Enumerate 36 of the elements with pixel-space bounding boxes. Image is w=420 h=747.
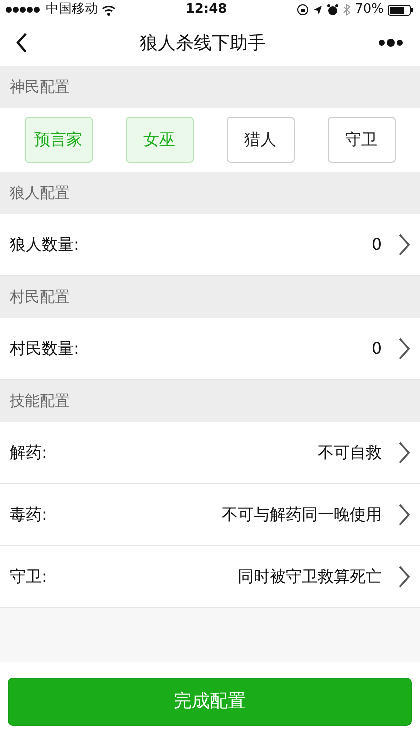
role-toggle[interactable]: 猎人 [226, 117, 294, 163]
setting-value: 不可与解药同一晚使用 [222, 504, 382, 526]
setting-value: 同时被守卫救算死亡 [238, 566, 382, 588]
battery-percent: 70% [355, 1, 384, 20]
setting-label: 解药: [10, 442, 48, 464]
back-icon [16, 33, 28, 53]
role-toggle[interactable]: 守卫 [328, 117, 396, 163]
page-title: 狼人杀线下助手 [140, 32, 266, 56]
battery-icon [388, 4, 414, 16]
section-header: 狼人配置 [10, 182, 70, 204]
setting-value: 0 [372, 338, 382, 360]
back-button[interactable] [16, 33, 28, 53]
signal-icon [6, 6, 42, 14]
section-header: 村民配置 [10, 286, 70, 308]
setting-label: 守卫: [10, 566, 48, 588]
more-icon [378, 38, 404, 48]
status-time: 12:48 [186, 1, 228, 20]
chevron-right-icon [398, 442, 410, 464]
setting-value: 不可自救 [318, 442, 382, 464]
section-header: 神民配置 [10, 76, 70, 98]
bluetooth-icon [343, 4, 352, 16]
section-header: 技能配置 [10, 390, 70, 412]
setting-label: 毒药: [10, 504, 48, 526]
chevron-right-icon [398, 338, 410, 360]
setting-row[interactable]: 解药: 不可自救 [0, 422, 420, 484]
chevron-right-icon [398, 234, 410, 256]
setting-row[interactable]: 毒药: 不可与解药同一晚使用 [0, 484, 420, 546]
location-icon [313, 5, 324, 15]
setting-value: 0 [372, 234, 382, 256]
carrier-name: 中国移动 [46, 1, 98, 20]
setting-label: 村民数量: [10, 338, 80, 360]
chevron-right-icon [398, 566, 410, 588]
wifi-icon [102, 4, 116, 16]
setting-label: 狼人数量: [10, 234, 80, 256]
more-button[interactable] [378, 38, 404, 48]
chevron-right-icon [398, 504, 410, 526]
